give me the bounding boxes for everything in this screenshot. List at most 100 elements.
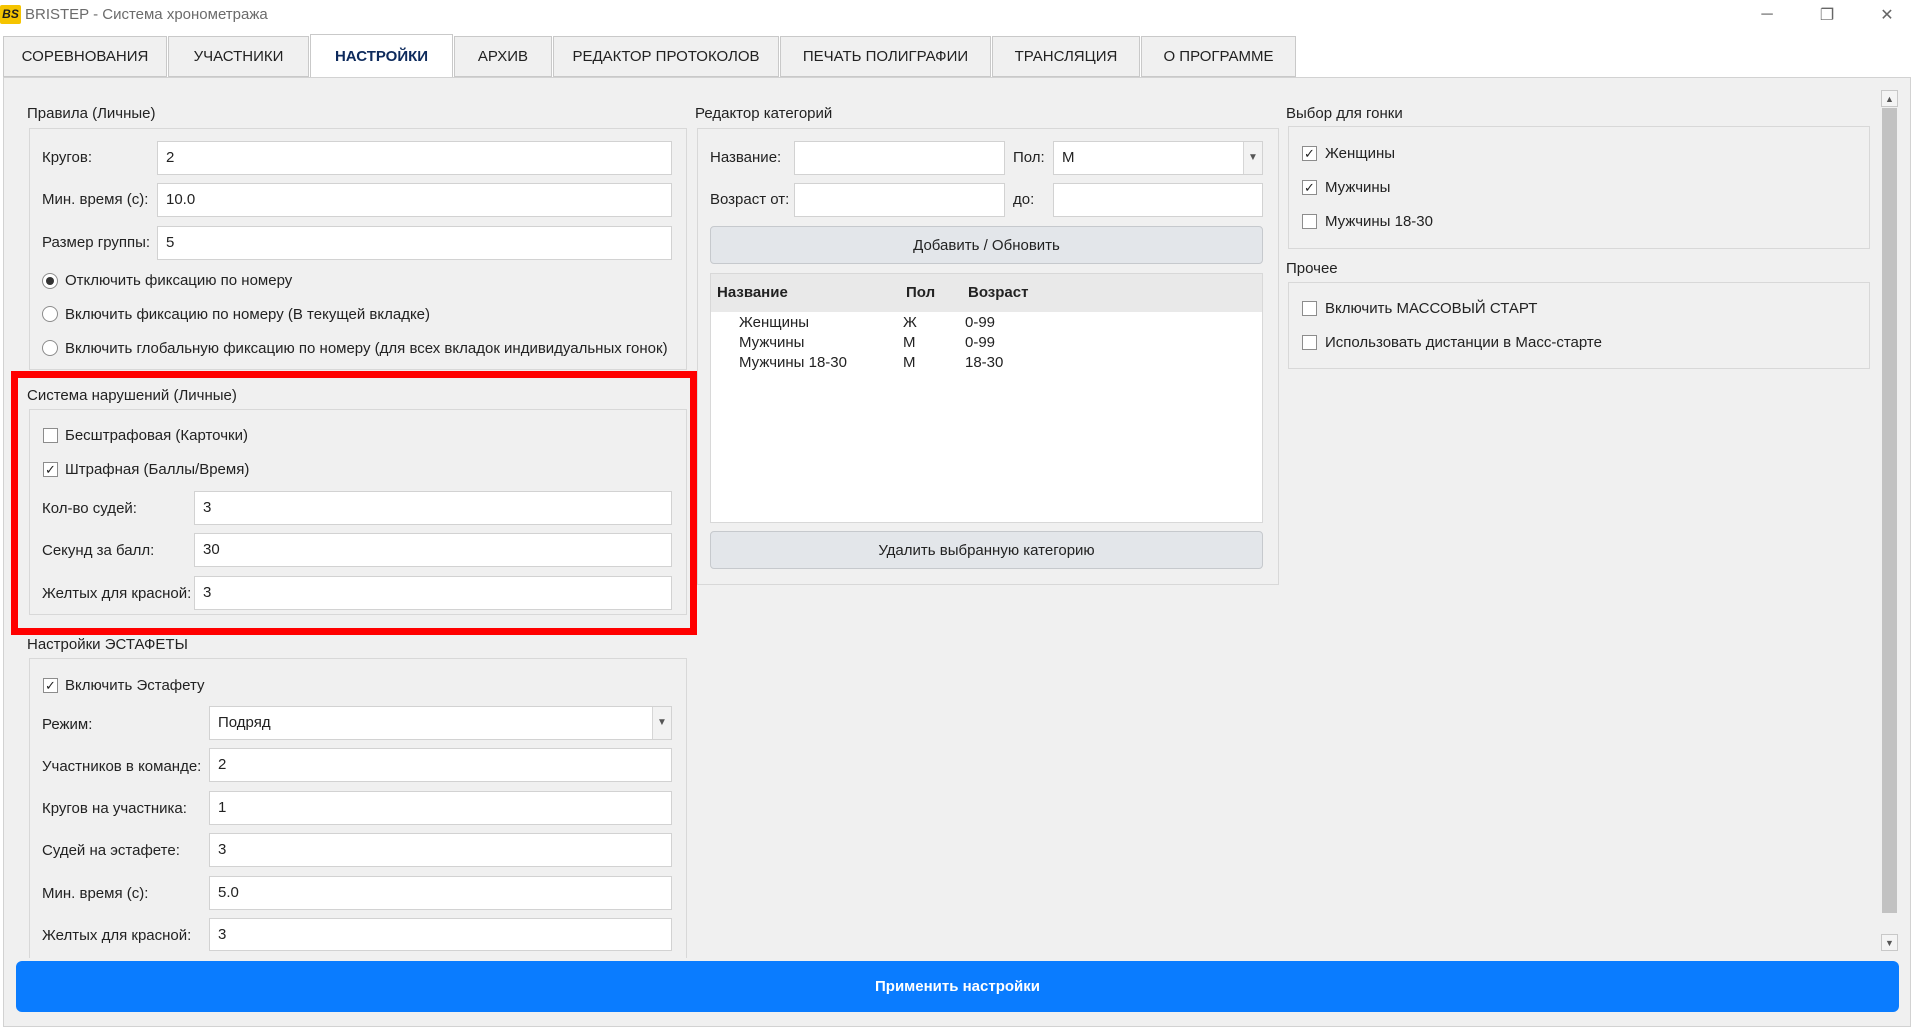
min-time-field[interactable]: 10.0 [157, 183, 672, 217]
team-size-label: Участников в команде: [42, 758, 202, 775]
relay-group-title: Настройки ЭСТАФЕТЫ [27, 636, 188, 653]
relay-judges-label: Судей на эстафете: [42, 842, 180, 859]
title-bar: BS BRISTEP - Система хронометража ─ ❐ ✕ [0, 0, 1917, 30]
relay-yellow-label: Желтых для красной: [42, 927, 192, 944]
scroll-down-icon[interactable]: ▼ [1881, 934, 1898, 951]
app-logo: BS [0, 5, 21, 24]
seconds-per-point-label: Секунд за балл: [42, 542, 155, 559]
tab-bar: СОРЕВНОВАНИЯ УЧАСТНИКИ НАСТРОЙКИ АРХИВ Р… [0, 31, 1917, 78]
race-men-checkbox[interactable]: ✓ [1302, 180, 1317, 195]
delete-category-button[interactable]: Удалить выбранную категорию [710, 531, 1263, 569]
seconds-per-point-field[interactable]: 30 [194, 533, 672, 567]
tab-archive[interactable]: АРХИВ [454, 36, 552, 77]
other-group [1288, 282, 1870, 369]
no-penalty-label: Бесштрафовая (Карточки) [65, 427, 248, 444]
category-name-label: Название: [710, 149, 782, 166]
other-title: Прочее [1286, 260, 1338, 277]
mass-start-label: Включить МАССОВЫЙ СТАРТ [1325, 300, 1538, 317]
tab-broadcast[interactable]: ТРАНСЛЯЦИЯ [992, 36, 1140, 77]
minimize-icon[interactable]: ─ [1737, 0, 1797, 30]
chevron-down-icon[interactable]: ▼ [652, 707, 671, 739]
age-from-field[interactable] [794, 183, 1005, 217]
category-row-age: 18-30 [965, 354, 1004, 371]
window-title: BRISTEP - Система хронометража [25, 6, 268, 23]
laps-per-participant-label: Кругов на участника: [42, 800, 187, 817]
category-editor-title: Редактор категорий [695, 105, 833, 122]
category-gender-select[interactable]: М ▼ [1053, 141, 1263, 175]
category-gender-label: Пол: [1013, 149, 1045, 166]
chevron-down-icon[interactable]: ▼ [1243, 142, 1262, 174]
category-row-name: Женщины [739, 314, 810, 331]
race-women-checkbox[interactable]: ✓ [1302, 146, 1317, 161]
judges-count-label: Кол-во судей: [42, 500, 137, 517]
yellow-for-red-label: Желтых для красной: [42, 585, 192, 602]
category-row-name: Мужчины [739, 334, 805, 351]
violations-group-title: Система нарушений (Личные) [27, 387, 237, 404]
column-header-name[interactable]: Название [717, 284, 788, 301]
relay-judges-field[interactable]: 3 [209, 833, 672, 867]
relay-min-time-field[interactable]: 5.0 [209, 876, 672, 910]
laps-field[interactable]: 2 [157, 141, 672, 175]
min-time-label: Мин. время (с): [42, 191, 149, 208]
relay-enable-label: Включить Эстафету [65, 677, 205, 694]
add-update-category-button[interactable]: Добавить / Обновить [710, 226, 1263, 264]
tab-settings[interactable]: НАСТРОЙКИ [310, 34, 453, 78]
group-size-label: Размер группы: [42, 234, 151, 251]
age-to-field[interactable] [1053, 183, 1263, 217]
mass-start-distances-label: Использовать дистанции в Масс-старте [1325, 334, 1602, 351]
yellow-for-red-field[interactable]: 3 [194, 576, 672, 610]
restore-icon[interactable]: ❐ [1797, 0, 1857, 30]
category-list-header: Название Пол Возраст [711, 274, 1262, 312]
relay-mode-select[interactable]: Подряд ▼ [209, 706, 672, 740]
apply-settings-button[interactable]: Применить настройки [16, 961, 1899, 1012]
radio-disable-fixation[interactable] [42, 273, 58, 289]
radio-global-fixation[interactable] [42, 340, 58, 356]
mass-start-distances-checkbox[interactable] [1302, 335, 1317, 350]
column-header-age[interactable]: Возраст [968, 284, 1028, 301]
category-row-name: Мужчины 18-30 [739, 354, 847, 371]
category-row-age: 0-99 [965, 314, 996, 331]
penalty-label: Штрафная (Баллы/Время) [65, 461, 250, 478]
tab-participants[interactable]: УЧАСТНИКИ [168, 36, 309, 77]
category-name-field[interactable] [794, 141, 1005, 175]
race-select-title: Выбор для гонки [1286, 105, 1403, 122]
group-size-field[interactable]: 5 [157, 226, 672, 260]
scrollbar-thumb[interactable] [1882, 108, 1897, 913]
radio-enable-fixation-label: Включить фиксацию по номеру (В текущей в… [65, 306, 431, 323]
age-from-label: Возраст от: [710, 191, 790, 208]
race-men-18-30-checkbox[interactable] [1302, 214, 1317, 229]
tab-about[interactable]: О ПРОГРАММЕ [1141, 36, 1296, 77]
relay-min-time-label: Мин. время (с): [42, 885, 149, 902]
relay-mode-label: Режим: [42, 716, 93, 733]
race-men-18-30-label: Мужчины 18-30 [1325, 213, 1433, 230]
laps-per-participant-field[interactable]: 1 [209, 791, 672, 825]
vertical-scrollbar[interactable]: ▲ ▼ [1881, 88, 1898, 952]
radio-global-fixation-label: Включить глобальную фиксацию по номеру (… [65, 340, 668, 357]
laps-label: Кругов: [42, 149, 93, 166]
radio-enable-fixation[interactable] [42, 306, 58, 322]
age-to-label: до: [1013, 191, 1035, 208]
tab-competitions[interactable]: СОРЕВНОВАНИЯ [3, 36, 167, 77]
race-women-label: Женщины [1325, 145, 1396, 162]
category-list: Название Пол Возраст Женщины Ж 0-99 Мужч… [710, 273, 1263, 523]
column-header-gender[interactable]: Пол [906, 284, 935, 301]
category-row-gender: Ж [903, 314, 917, 331]
category-row-gender: М [903, 334, 916, 351]
penalty-checkbox[interactable]: ✓ [43, 462, 58, 477]
tab-print[interactable]: ПЕЧАТЬ ПОЛИГРАФИИ [780, 36, 991, 77]
relay-enable-checkbox[interactable]: ✓ [43, 678, 58, 693]
rules-group-title: Правила (Личные) [27, 105, 156, 122]
relay-yellow-field[interactable]: 3 [209, 918, 672, 951]
category-gender-value: М [1062, 149, 1075, 166]
scroll-up-icon[interactable]: ▲ [1881, 90, 1898, 107]
judges-count-field[interactable]: 3 [194, 491, 672, 525]
no-penalty-checkbox[interactable] [43, 428, 58, 443]
category-row-gender: М [903, 354, 916, 371]
relay-mode-value: Подряд [218, 714, 271, 731]
mass-start-checkbox[interactable] [1302, 301, 1317, 316]
race-men-label: Мужчины [1325, 179, 1391, 196]
radio-disable-fixation-label: Отключить фиксацию по номеру [65, 272, 293, 289]
tab-protocol-editor[interactable]: РЕДАКТОР ПРОТОКОЛОВ [553, 36, 779, 77]
close-icon[interactable]: ✕ [1857, 0, 1917, 30]
team-size-field[interactable]: 2 [209, 748, 672, 782]
